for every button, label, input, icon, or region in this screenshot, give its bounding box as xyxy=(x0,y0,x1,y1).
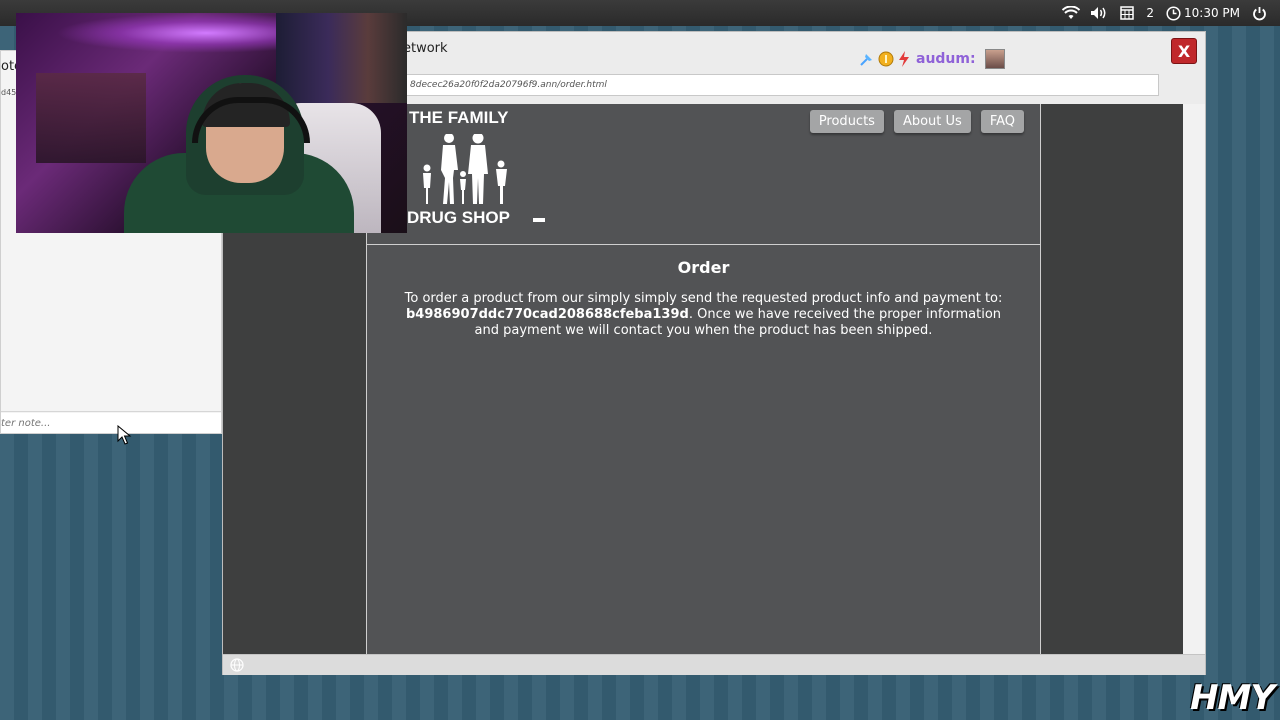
bolt-icon xyxy=(899,51,909,67)
calendar-icon[interactable] xyxy=(1118,5,1136,21)
webcam-shelf xyxy=(36,73,146,163)
logo-text-bottom: DRUG SHOP xyxy=(407,208,510,227)
instructions-text-before: To order a product from our simply simpl… xyxy=(404,291,1003,306)
browser-title: etwork xyxy=(403,41,448,56)
site-container: THE FAMILY DRUG SHOP Products About Us F… xyxy=(366,104,1041,654)
logo-dash xyxy=(533,218,545,222)
payment-address: b4986907ddc770cad208688cfeba139d xyxy=(405,307,689,322)
system-tray: 2 10:30 PM xyxy=(1062,0,1268,26)
vertical-scrollbar[interactable] xyxy=(1183,104,1205,654)
power-icon[interactable] xyxy=(1250,5,1268,21)
channel-watermark: HMY xyxy=(1190,678,1275,718)
workspace-count: 2 xyxy=(1146,6,1154,20)
close-button[interactable]: X xyxy=(1171,38,1197,64)
notes-divider xyxy=(1,411,221,412)
clock-icon xyxy=(1164,5,1182,21)
webcam-overlay xyxy=(16,13,407,233)
username[interactable]: audum: xyxy=(916,51,976,67)
wifi-icon[interactable] xyxy=(1062,5,1081,21)
globe-icon xyxy=(230,658,244,672)
clock-text[interactable]: 10:30 PM xyxy=(1184,6,1240,20)
site-nav: Products About Us FAQ xyxy=(809,110,1024,133)
logo-text-top: THE FAMILY xyxy=(409,108,509,127)
nav-about-button[interactable]: About Us xyxy=(893,110,971,133)
mouse-cursor-icon xyxy=(117,425,132,445)
order-instructions: To order a product from our simply simpl… xyxy=(393,291,1014,339)
pin-icon xyxy=(860,54,872,66)
user-badge: audum: xyxy=(859,49,1005,69)
page-heading: Order xyxy=(677,258,730,277)
family-silhouette-icon xyxy=(423,134,507,204)
nav-products-button[interactable]: Products xyxy=(809,110,884,133)
volume-icon[interactable] xyxy=(1090,5,1108,21)
note-input[interactable] xyxy=(1,413,221,433)
status-bar xyxy=(223,654,1205,675)
notes-id: d45 xyxy=(1,88,17,97)
order-content: Order To order a product from our simply… xyxy=(367,244,1040,339)
nav-faq-button[interactable]: FAQ xyxy=(980,110,1024,133)
coin-icon xyxy=(878,51,894,67)
site-logo[interactable]: THE FAMILY DRUG SHOP xyxy=(407,108,557,230)
site-header: THE FAMILY DRUG SHOP Products About Us F… xyxy=(367,104,1040,245)
avatar[interactable] xyxy=(984,49,1005,69)
address-bar[interactable]: 8decec26a20f0f2da20796f9.ann/order.html xyxy=(403,74,1159,96)
webcam-posters xyxy=(276,13,407,103)
